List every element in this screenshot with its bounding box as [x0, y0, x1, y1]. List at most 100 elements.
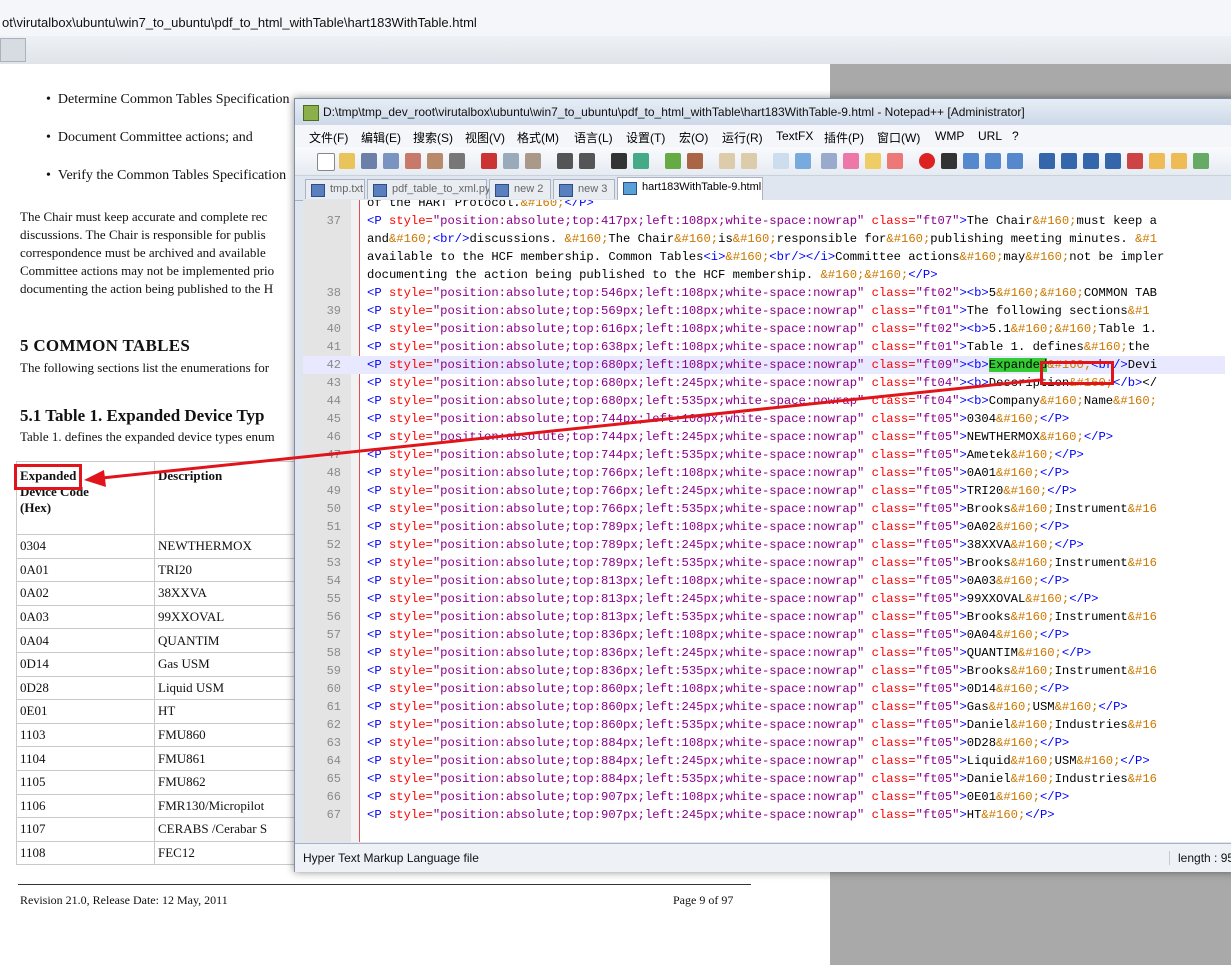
menu-format[interactable]: 格式(M)	[517, 129, 559, 146]
menu-run[interactable]: 运行(R)	[722, 129, 763, 146]
move-up-icon[interactable]	[1039, 153, 1055, 169]
code-line[interactable]: 39 <P style="position:absolute;top:569px;…	[303, 302, 1225, 320]
code-line[interactable]: 41 <P style="position:absolute;top:638px;…	[303, 338, 1225, 356]
paragraph-line: discussions. The Chair is responsible fo…	[20, 227, 266, 242]
copy-icon[interactable]	[503, 153, 519, 169]
run-macro-multiple-icon[interactable]	[985, 153, 1001, 169]
code-line[interactable]: 52 <P style="position:absolute;top:789px;…	[303, 536, 1225, 554]
code-line[interactable]: 49 <P style="position:absolute;top:766px;…	[303, 482, 1225, 500]
zoom-in-icon[interactable]	[665, 153, 681, 169]
save-icon[interactable]	[361, 153, 377, 169]
code-line[interactable]: 60 <P style="position:absolute;top:860px;…	[303, 680, 1225, 698]
code-line[interactable]: available to the HCF membership. Common …	[303, 248, 1225, 266]
spell-check-icon[interactable]	[1127, 153, 1143, 169]
menu-wmp[interactable]: WMP	[935, 129, 964, 143]
menu-macro[interactable]: 宏(O)	[679, 129, 708, 146]
code-line[interactable]: 38 <P style="position:absolute;top:546px;…	[303, 284, 1225, 302]
code-line[interactable]: 40 <P style="position:absolute;top:616px;…	[303, 320, 1225, 338]
record-macro-icon[interactable]	[919, 153, 935, 169]
code-line[interactable]: 61 <P style="position:absolute;top:860px;…	[303, 698, 1225, 716]
tab-pdf-table-to-xml[interactable]: pdf_table_to_xml.py	[367, 179, 490, 199]
code-editor[interactable]: of the HART Protocol.&#160;</P> 37 <P styl…	[303, 200, 1231, 842]
doc-map-icon[interactable]	[865, 153, 881, 169]
menu-window[interactable]: 窗口(W)	[877, 129, 920, 146]
lang-icon[interactable]	[843, 153, 859, 169]
close-icon[interactable]	[405, 153, 421, 169]
code-line[interactable]: 44 <P style="position:absolute;top:680px;…	[303, 392, 1225, 410]
code-line[interactable]: 56 <P style="position:absolute;top:813px;…	[303, 608, 1225, 626]
indent-guide-icon[interactable]	[821, 153, 837, 169]
menu-search[interactable]: 搜索(S)	[413, 129, 453, 146]
word-wrap-icon[interactable]	[773, 153, 789, 169]
tab-new-2[interactable]: new 2	[489, 179, 551, 199]
print-icon[interactable]	[449, 153, 465, 169]
address-text[interactable]: ot\virutalbox\ubuntu\win7_to_ubuntu\pdf_…	[2, 15, 477, 30]
menu-language[interactable]: 语言(L)	[574, 129, 613, 146]
menu-view[interactable]: 视图(V)	[465, 129, 505, 146]
code-line[interactable]: 45 <P style="position:absolute;top:744px;…	[303, 410, 1225, 428]
line-number: 60	[326, 682, 341, 696]
table-row: 1105 FMU862	[16, 769, 296, 795]
code-line[interactable]: 48 <P style="position:absolute;top:766px;…	[303, 464, 1225, 482]
save-macro-icon[interactable]	[1007, 153, 1023, 169]
code-line[interactable]: 59 <P style="position:absolute;top:836px;…	[303, 662, 1225, 680]
sync-v-icon[interactable]	[719, 153, 735, 169]
folder-icon[interactable]	[1149, 153, 1165, 169]
menu-help[interactable]: ?	[1012, 129, 1019, 143]
function-list-icon[interactable]	[887, 153, 903, 169]
move-down-icon[interactable]	[1105, 153, 1121, 169]
open-file-icon[interactable]	[339, 153, 355, 169]
menu-edit[interactable]: 编辑(E)	[361, 129, 401, 146]
show-symbols-icon[interactable]	[795, 153, 811, 169]
browser-address-bar[interactable]: ot\virutalbox\ubuntu\win7_to_ubuntu\pdf_…	[0, 0, 1231, 37]
code-line[interactable]: 64 <P style="position:absolute;top:884px;…	[303, 752, 1225, 770]
replace-icon[interactable]	[633, 153, 649, 169]
code-line[interactable]: 57 <P style="position:absolute;top:836px;…	[303, 626, 1225, 644]
code-line[interactable]: and&#160;<br/>discussions. &#160;The Cha…	[303, 230, 1225, 248]
code-line[interactable]: 47 <P style="position:absolute;top:744px;…	[303, 446, 1225, 464]
tab-hart183-html[interactable]: hart183WithTable-9.html	[617, 177, 763, 200]
menu-url[interactable]: URL	[978, 129, 1002, 143]
code-line[interactable]: documenting the action being published t…	[303, 266, 1225, 284]
menu-plugins[interactable]: 插件(P)	[824, 129, 864, 146]
cut-icon[interactable]	[481, 153, 497, 169]
menu-settings[interactable]: 设置(T)	[626, 129, 665, 146]
code-line[interactable]: 58 <P style="position:absolute;top:836px;…	[303, 644, 1225, 662]
menu-file[interactable]: 文件(F)	[309, 129, 348, 146]
code-line[interactable]: 53 <P style="position:absolute;top:789px;…	[303, 554, 1225, 572]
code-line[interactable]: 65 <P style="position:absolute;top:884px;…	[303, 770, 1225, 788]
triangle-up-icon[interactable]	[1061, 153, 1077, 169]
code-line[interactable]: 37 <P style="position:absolute;top:417px;…	[303, 212, 1225, 230]
code-line[interactable]: 62 <P style="position:absolute;top:860px;…	[303, 716, 1225, 734]
window-title-bar[interactable]: D:\tmp\tmp_dev_root\virutalbox\ubuntu\wi…	[295, 99, 1231, 125]
code-line[interactable]: 51 <P style="position:absolute;top:789px;…	[303, 518, 1225, 536]
triangle-down-icon[interactable]	[1083, 153, 1099, 169]
tab-tmp-txt[interactable]: tmp.txt	[305, 179, 365, 199]
close-all-icon[interactable]	[427, 153, 443, 169]
code-line[interactable]: 54 <P style="position:absolute;top:813px;…	[303, 572, 1225, 590]
paste-icon[interactable]	[525, 153, 541, 169]
play-macro-icon[interactable]	[963, 153, 979, 169]
save-all-icon[interactable]	[383, 153, 399, 169]
sync-h-icon[interactable]	[741, 153, 757, 169]
code-line[interactable]: of the HART Protocol.&#160;</P>	[303, 200, 1225, 212]
new-file-icon[interactable]	[317, 153, 335, 171]
tab-new-3[interactable]: new 3	[553, 179, 615, 199]
find-icon[interactable]	[611, 153, 627, 169]
code-line[interactable]: 50 <P style="position:absolute;top:766px;…	[303, 500, 1225, 518]
code-line[interactable]: 67 <P style="position:absolute;top:907px;…	[303, 806, 1225, 824]
undo-icon[interactable]	[557, 153, 573, 169]
code-line[interactable]: 66 <P style="position:absolute;top:907px;…	[303, 788, 1225, 806]
redo-icon[interactable]	[579, 153, 595, 169]
menu-textfx[interactable]: TextFX	[776, 129, 813, 143]
code-line[interactable]: 63 <P style="position:absolute;top:884px;…	[303, 734, 1225, 752]
zoom-out-icon[interactable]	[687, 153, 703, 169]
code-line[interactable]: 55 <P style="position:absolute;top:813px;…	[303, 590, 1225, 608]
line-number: 67	[326, 808, 341, 822]
stop-macro-icon[interactable]	[941, 153, 957, 169]
abc-check-icon[interactable]	[1193, 153, 1209, 169]
code-line[interactable]: 46 <P style="position:absolute;top:744px;…	[303, 428, 1225, 446]
toolbar-button[interactable]	[0, 38, 26, 62]
folder-open-icon[interactable]	[1171, 153, 1187, 169]
line-source: <P style="position:absolute;top:744px;le…	[367, 448, 1084, 462]
